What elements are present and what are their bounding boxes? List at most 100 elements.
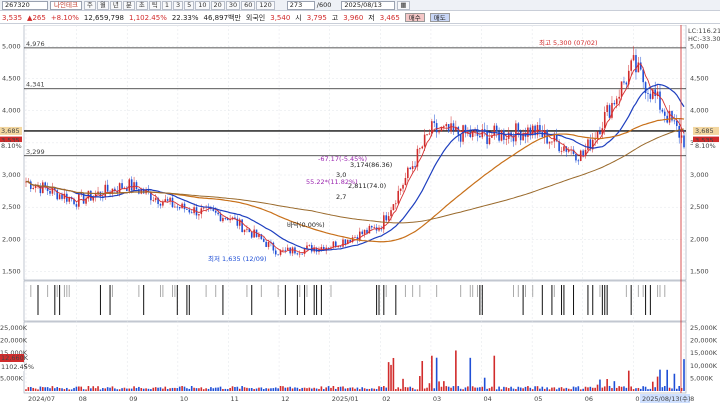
bottom-annotation: 바닥(0.00%) <box>287 220 325 229</box>
volume-bar <box>445 386 448 391</box>
candle-body <box>267 242 270 247</box>
volume-bar <box>596 384 599 391</box>
volume-bar <box>207 388 210 391</box>
candle-body <box>421 146 424 149</box>
volume-tick-right: 5,000K <box>690 374 714 382</box>
period-button-8[interactable]: 5 <box>184 0 195 10</box>
volume-bar <box>639 388 642 391</box>
date-input[interactable]: 2025/08/13 <box>341 0 396 10</box>
volume-bar <box>92 386 95 391</box>
stock-code-input[interactable]: 267320 <box>2 0 48 10</box>
volume-bar <box>563 388 565 391</box>
volume-bar <box>90 388 92 391</box>
volume-bar <box>635 388 637 391</box>
volume-bar <box>152 387 155 391</box>
volume-bar <box>354 388 356 391</box>
volume-bar <box>666 369 668 391</box>
volume-bar <box>301 387 303 391</box>
volume-bar <box>344 388 347 391</box>
period-button-4[interactable]: 초 <box>135 0 148 10</box>
volume-bar <box>63 389 66 391</box>
date-tick: 11 <box>230 395 238 403</box>
volume-bar <box>644 386 647 391</box>
candle-body <box>121 183 123 189</box>
period-button-11[interactable]: 30 <box>225 0 241 10</box>
volume-bar <box>498 386 500 391</box>
period-button-10[interactable]: 20 <box>210 0 225 10</box>
volume-bar <box>286 387 289 391</box>
stock-chart[interactable]: 4,976 4,341 3,299 5,000 5,000 4,500 4,500 4,00… <box>0 25 720 404</box>
candle-body <box>596 131 599 139</box>
volume-bar <box>178 386 181 391</box>
period-button-1[interactable]: 월 <box>96 0 109 10</box>
zoom-input[interactable]: 273 <box>286 0 315 10</box>
volume-bar <box>421 361 424 391</box>
volume-bar <box>200 387 203 391</box>
period-button-13[interactable]: 120 <box>256 0 275 10</box>
buy-button[interactable]: 매수 <box>404 13 425 22</box>
volume-bar <box>157 387 159 391</box>
volume-bar <box>522 388 524 391</box>
volume-bar <box>419 376 421 391</box>
price-tag-left-text: 3,685 <box>1 127 20 135</box>
foreign-label: 외국인 <box>245 13 266 22</box>
candle-body <box>135 182 138 190</box>
volume-bar <box>630 386 632 391</box>
date-tick: 03 <box>433 395 441 403</box>
volume-bar <box>587 387 589 391</box>
period-button-3[interactable]: 분 <box>122 0 135 10</box>
volume-bar <box>366 388 368 391</box>
price-tag-right-text: 8.10% <box>695 142 716 150</box>
price-tag-right-text: 3,685 <box>695 127 714 135</box>
candle-body <box>663 111 666 116</box>
period-button-2[interactable]: 년 <box>109 0 122 10</box>
volume-tick: 20,000K <box>0 337 28 345</box>
volume-bar <box>553 387 556 391</box>
volume-bar <box>433 388 436 391</box>
volume-bar <box>116 389 119 391</box>
candle-body <box>618 96 620 99</box>
volume-bar <box>94 388 97 391</box>
volume-ratio: 1,102.45% <box>129 13 167 22</box>
sell-button[interactable]: 매도 <box>429 13 450 22</box>
stock-name[interactable]: 나인테크 <box>50 0 82 10</box>
candle-body <box>582 150 584 156</box>
candle-body <box>428 133 431 135</box>
candle-body <box>282 249 284 251</box>
volume-bar <box>618 386 620 391</box>
candle-body <box>587 139 589 150</box>
period-button-6[interactable]: 1 <box>161 0 172 10</box>
candle-body <box>190 212 193 214</box>
volume-bar <box>135 388 138 391</box>
volume-bar <box>154 387 157 391</box>
period-button-12[interactable]: 60 <box>241 0 256 10</box>
volume-bar <box>193 387 195 391</box>
volume-bar <box>579 389 582 391</box>
candle-body <box>630 60 632 71</box>
volume-bar <box>663 386 666 391</box>
candle-body <box>402 184 404 189</box>
volume-bar <box>34 388 37 391</box>
candle-body <box>409 167 412 169</box>
volume-bar <box>479 387 481 391</box>
level-label: 3,299 <box>26 148 45 156</box>
fib-annotation-3: 3,174(86.36) <box>350 161 392 169</box>
period-button-7[interactable]: 3 <box>172 0 184 10</box>
period-button-0[interactable]: 주 <box>83 0 96 10</box>
candle-body <box>166 199 169 201</box>
calendar-icon[interactable]: ▦ <box>397 0 410 10</box>
candle-body <box>623 81 625 83</box>
foreign-value: 3,540 <box>270 13 291 22</box>
volume-bar <box>39 386 42 391</box>
volume-bar <box>517 386 520 391</box>
candle-body <box>397 190 400 204</box>
candle-body <box>301 253 303 255</box>
volume-bar <box>330 387 332 391</box>
period-button-5[interactable]: 틱 <box>148 0 161 10</box>
volume-bar <box>332 385 335 391</box>
candle-body <box>75 204 78 207</box>
volume-bar <box>435 357 438 391</box>
period-button-9[interactable]: 10 <box>195 0 210 10</box>
candle-body <box>212 209 215 211</box>
candle-body <box>253 229 255 238</box>
